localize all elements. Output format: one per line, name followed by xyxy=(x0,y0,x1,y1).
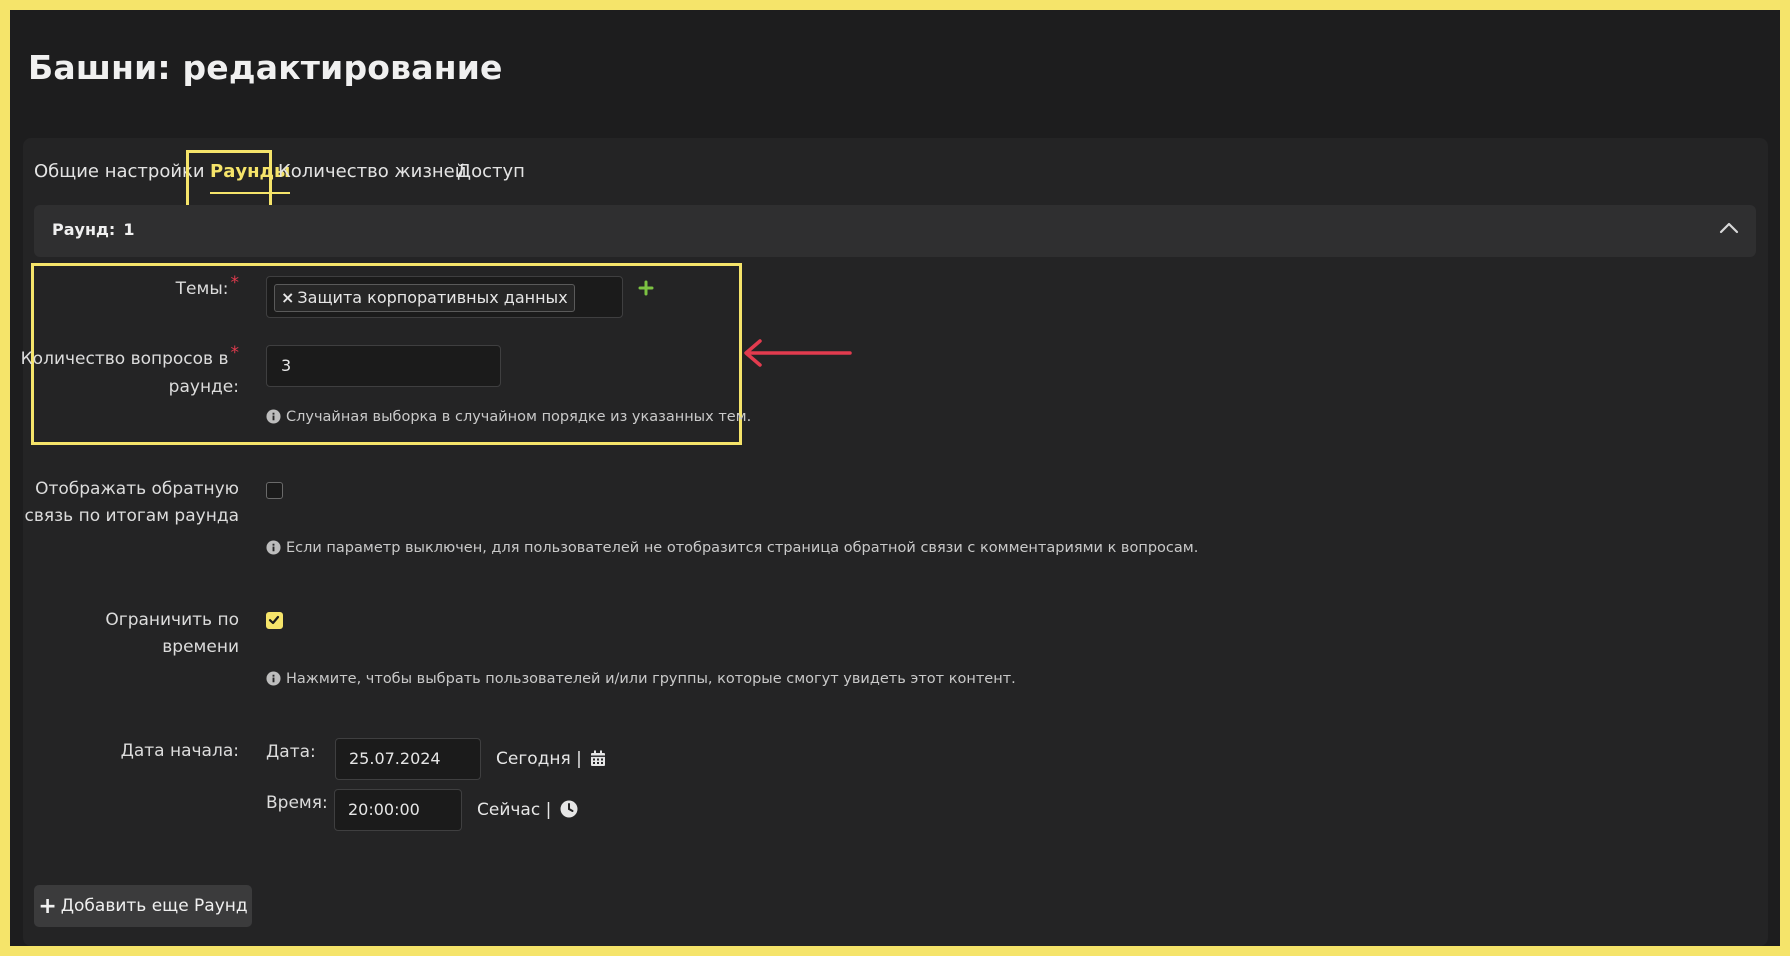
start-date-label: Дата начала: xyxy=(120,741,239,761)
calendar-icon xyxy=(591,750,606,766)
time-limit-label: Ограничить по времени xyxy=(105,610,239,657)
plus-icon[interactable] xyxy=(638,280,654,296)
tab-lives-count[interactable]: Количество жизней xyxy=(278,150,466,208)
info-icon xyxy=(266,409,281,424)
today-link[interactable]: Сегодня | xyxy=(496,749,606,769)
feedback-checkbox[interactable] xyxy=(266,482,283,499)
check-icon xyxy=(268,615,280,625)
feedback-hint: Если параметр выключен, для пользователе… xyxy=(266,540,1198,556)
date-input[interactable]: 25.07.2024 xyxy=(335,738,481,780)
tab-access[interactable]: Доступ xyxy=(457,150,525,208)
tag-remove-icon[interactable]: × xyxy=(281,288,294,307)
time-input[interactable]: 20:00:00 xyxy=(334,789,462,831)
add-round-button[interactable]: + Добавить еще Раунд xyxy=(34,885,252,927)
tab-highlight-box xyxy=(186,150,272,208)
page-title: Башни: редактирование xyxy=(28,48,503,87)
topics-label: Темы: * xyxy=(175,273,239,299)
time-limit-checkbox[interactable] xyxy=(266,612,283,629)
feedback-label: Отображать обратную связь по итогам раун… xyxy=(24,479,239,526)
questions-count-label: Количество вопросов в * раунде: xyxy=(20,343,239,397)
arrow-left-icon xyxy=(744,339,852,367)
tab-general-settings[interactable]: Общие настройки xyxy=(34,150,205,208)
plus-icon: + xyxy=(38,894,57,919)
clock-icon xyxy=(560,800,578,818)
chevron-up-icon[interactable] xyxy=(1718,217,1740,239)
round-title: Раунд: 1 xyxy=(52,220,135,239)
questions-count-input[interactable]: 3 xyxy=(266,345,501,387)
info-icon xyxy=(266,540,281,555)
info-icon xyxy=(266,671,281,686)
time-label: Время: xyxy=(266,793,328,813)
date-label: Дата: xyxy=(266,742,316,762)
questions-hint: Случайная выборка в случайном порядке из… xyxy=(266,409,751,425)
round-header[interactable]: Раунд: 1 xyxy=(34,205,1756,257)
topics-select[interactable]: × Защита корпоративных данных xyxy=(266,276,623,318)
time-limit-hint: Нажмите, чтобы выбрать пользователей и/и… xyxy=(266,671,1016,687)
now-link[interactable]: Сейчас | xyxy=(477,800,578,820)
topic-tag: × Защита корпоративных данных xyxy=(274,284,575,312)
